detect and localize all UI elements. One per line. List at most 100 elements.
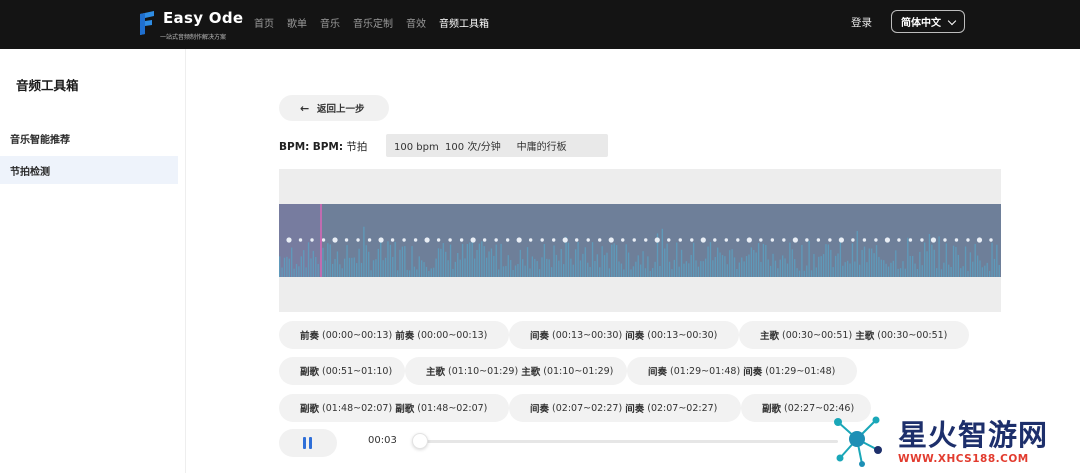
nav-audio-toolbox[interactable]: 音频工具箱 (439, 15, 489, 30)
waveform-bar (478, 243, 481, 277)
waveform-bar (591, 242, 594, 277)
waveform-bar (372, 260, 375, 277)
waveform-bar (538, 269, 541, 277)
nav-playlists[interactable]: 歌单 (287, 15, 307, 30)
login-link[interactable]: 登录 (851, 15, 872, 30)
waveform[interactable] (279, 204, 1001, 277)
waveform-bar (295, 263, 298, 277)
waveform-bar (286, 256, 288, 277)
waveform-bar (680, 249, 683, 277)
segment-chip[interactable]: 主歌 (00:30~00:51) 主歌 (00:30~00:51) (739, 321, 969, 349)
waveform-bar (461, 243, 464, 277)
segment-chip[interactable]: 间奏 (01:29~01:48) 间奏 (01:29~01:48) (627, 357, 857, 385)
segment-range: (01:48~02:07) (417, 402, 488, 414)
segment-chip[interactable]: 副歌 (01:48~02:07) 副歌 (01:48~02:07) (279, 394, 509, 422)
pause-button[interactable] (279, 429, 337, 457)
progress-thumb[interactable] (412, 433, 428, 449)
waveform-bar (435, 258, 437, 277)
waveform-bar (433, 267, 435, 277)
nav-sound-effects[interactable]: 音效 (406, 15, 426, 30)
segment-chip[interactable]: 副歌 (00:51~01:10) (279, 357, 405, 385)
waveform-bar (464, 258, 466, 277)
segment-name: 间奏 (743, 367, 763, 378)
waveform-bar (428, 270, 430, 277)
beat-dot (874, 238, 878, 242)
beat-dot (930, 237, 937, 243)
beat-dot (413, 238, 418, 242)
waveform-bar (883, 260, 885, 277)
beat-dot (954, 238, 959, 242)
logo-text[interactable]: Easy Ode (163, 9, 243, 27)
sidebar-title: 音频工具箱 (16, 78, 79, 93)
segment-range: (00:00~00:13) (417, 329, 488, 341)
nav-custom-music[interactable]: 音乐定制 (353, 15, 393, 30)
segment-chip[interactable]: 间奏 (02:07~02:27) 间奏 (02:07~02:27) (509, 394, 741, 422)
waveform-bar (490, 248, 493, 277)
waveform-bar (380, 242, 382, 277)
waveform-bar (647, 256, 649, 277)
language-select[interactable]: 简体中文 (891, 10, 965, 33)
waveform-bar (327, 243, 329, 277)
waveform-bar (351, 257, 353, 277)
waveform-bar (919, 251, 921, 277)
waveform-bar (969, 252, 972, 277)
waveform-bar (765, 244, 767, 277)
waveform-bar (950, 266, 952, 277)
segment-name: 主歌 (760, 331, 780, 342)
waveform-bar (849, 263, 851, 277)
logo-icon[interactable] (137, 10, 157, 36)
waveform-bar (827, 244, 830, 277)
nav-home[interactable]: 首页 (254, 15, 274, 30)
waveform-bar (875, 245, 878, 277)
waveform-bar (526, 247, 529, 277)
waveform-bar (837, 253, 839, 277)
waveform-bar (375, 259, 377, 277)
segment-name: 副歌 (300, 367, 320, 378)
segment-name: 副歌 (762, 404, 782, 415)
waveform-bar (779, 259, 781, 277)
segment-name: 副歌 (395, 404, 415, 415)
beat-dot (678, 238, 682, 242)
waveform-bar (668, 261, 671, 277)
waveform-bar (685, 261, 688, 277)
waveform-bar (310, 258, 312, 277)
back-button[interactable]: ← 返回上一步 (279, 95, 389, 121)
waveform-bar (343, 258, 346, 277)
waveform-bar (291, 247, 293, 277)
waveform-bar (454, 261, 457, 277)
waveform-bar (856, 230, 858, 277)
waveform-bar (517, 264, 519, 277)
back-button-label: 返回上一步 (317, 104, 365, 115)
waveform-bar (801, 244, 803, 277)
waveform-bar (967, 270, 969, 277)
beat-dot (851, 238, 855, 242)
beat-dot (436, 238, 441, 242)
waveform-bar (365, 245, 367, 277)
sidebar-item-music-recommend[interactable]: 音乐智能推荐 (0, 124, 178, 152)
segment-name: 间奏 (625, 404, 645, 415)
segment-chip[interactable]: 前奏 (00:00~00:13) 前奏 (00:00~00:13) (279, 321, 509, 349)
beat-dot (816, 238, 821, 242)
nav-music[interactable]: 音乐 (320, 15, 340, 30)
segment-chip[interactable]: 主歌 (01:10~01:29) 主歌 (01:10~01:29) (405, 357, 627, 385)
waveform-bar (377, 248, 379, 277)
waveform-bar (601, 246, 603, 277)
beat-dot (943, 238, 947, 242)
waveform-bar (510, 260, 512, 277)
waveform-bar (358, 248, 360, 277)
waveform-bar (394, 241, 396, 277)
waveform-bar (577, 242, 579, 277)
waveform-bar (404, 246, 406, 277)
waveform-bar (442, 243, 444, 277)
waveform-bar (652, 268, 654, 277)
waveform-bar (743, 261, 745, 277)
waveform-bar (572, 264, 574, 277)
waveform-bar (907, 237, 909, 277)
beat-dot (746, 237, 752, 243)
segment-chip[interactable]: 间奏 (00:13~00:30) 间奏 (00:13~00:30) (509, 321, 739, 349)
waveform-bar (413, 266, 416, 277)
sidebar-item-beat-detection[interactable]: 节拍检测 (0, 156, 178, 184)
progress-track[interactable] (418, 440, 838, 443)
waveform-bar (493, 255, 495, 277)
beat-dot (920, 238, 924, 242)
